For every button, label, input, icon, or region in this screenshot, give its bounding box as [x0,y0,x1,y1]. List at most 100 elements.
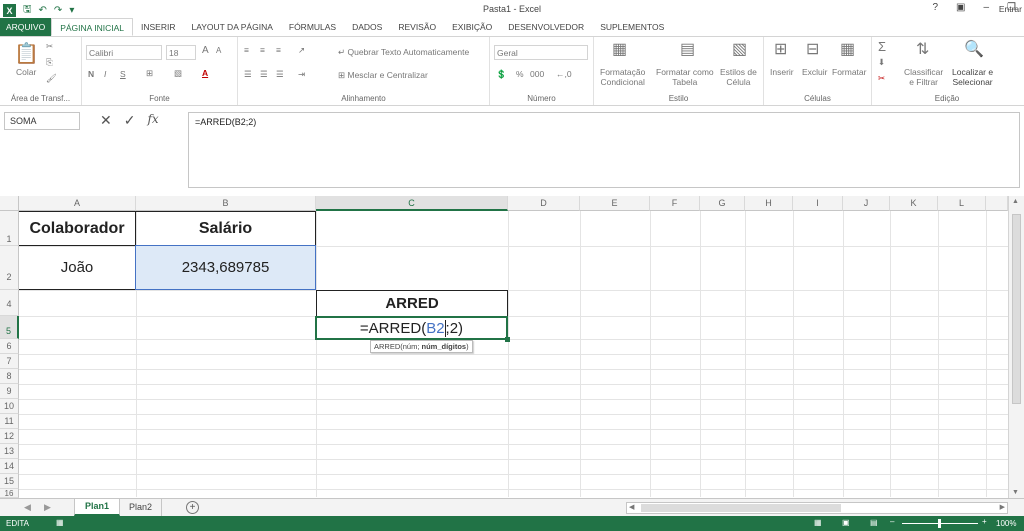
function-tooltip[interactable]: ARRED(núm; núm_dígitos) [370,340,473,353]
scroll-up-icon[interactable]: ▲ [1012,198,1019,205]
merge-center-button[interactable]: ⊞ Mesclar e Centralizar [338,70,428,81]
paste-button[interactable]: Colar [16,67,36,77]
zoom-out-icon[interactable]: – [890,517,894,526]
sheet-tab-plan1[interactable]: Plan1 [74,499,120,516]
minimize-icon[interactable]: – [983,2,989,13]
fill-icon[interactable]: ⬇ [878,57,885,68]
insert-cells-icon[interactable]: ⊞ [774,39,787,59]
page-layout-view-icon[interactable]: ▣ [842,518,850,527]
format-cells-button[interactable]: Formatar [832,67,866,77]
row-header-7[interactable]: 7 [0,354,19,369]
fill-color-icon[interactable]: ▧ [174,68,182,79]
align-right-icon[interactable]: ☰ [276,69,284,80]
row-header-10[interactable]: 10 [0,399,19,414]
conditional-format-button[interactable]: Formatação Condicional [600,67,645,87]
sort-filter-button[interactable]: Classificar e Filtrar [904,67,943,87]
vertical-scrollbar[interactable]: ▲ ▼ [1008,196,1024,498]
underline-button[interactable]: S [120,69,126,79]
italic-button[interactable]: I [104,69,106,79]
decimal-icon[interactable]: ←,0 [556,69,572,79]
paste-icon[interactable]: 📋 [14,41,39,66]
cancel-icon[interactable]: ✕ [100,112,112,129]
font-size-select[interactable]: 18 [166,45,196,60]
borders-icon[interactable]: ⊞ [146,68,153,79]
formula-input[interactable]: =ARRED(B2;2) [188,112,1020,188]
font-name-select[interactable]: Calibri [86,45,162,60]
tab-home[interactable]: PÁGINA INICIAL [51,18,133,36]
horizontal-scrollbar[interactable]: ◀ ▶ [626,502,1008,514]
find-select-icon[interactable]: 🔍 [964,39,984,59]
insert-cells-button[interactable]: Inserir [770,67,794,77]
bottom-align-icon[interactable]: ≡ [276,45,281,55]
tab-review[interactable]: REVISÃO [390,18,444,36]
find-select-button[interactable]: Localizar e Selecionar [952,67,993,87]
ribbon-display-icon[interactable]: ▣ [956,2,965,13]
col-header-g[interactable]: G [700,196,745,211]
shrink-font-button[interactable]: A [216,46,221,55]
page-break-view-icon[interactable]: ▤ [870,518,878,527]
percent-button[interactable]: % [516,69,524,79]
name-box[interactable]: SOMA [4,112,80,130]
tab-page-layout[interactable]: LAYOUT DA PÁGINA [183,18,280,36]
tab-data[interactable]: DADOS [344,18,390,36]
row-header-11[interactable]: 11 [0,414,19,429]
row-header-9[interactable]: 9 [0,384,19,399]
cell-styles-icon[interactable]: ▧ [732,39,747,59]
orientation-icon[interactable]: ↗ [298,45,305,56]
col-header-a[interactable]: A [19,196,136,211]
row-header-2[interactable]: 2 [0,246,19,290]
thousands-button[interactable]: 000 [530,69,544,79]
delete-cells-button[interactable]: Excluir [802,67,828,77]
format-table-icon[interactable]: ▤ [680,39,695,59]
col-header-k[interactable]: K [890,196,938,211]
row-header-8[interactable]: 8 [0,369,19,384]
col-header-j[interactable]: J [843,196,890,211]
scroll-left-icon[interactable]: ◀ [629,503,634,511]
scroll-down-icon[interactable]: ▼ [1012,489,1019,496]
tab-file[interactable]: ARQUIVO [0,18,52,36]
horizontal-scroll-thumb[interactable] [641,504,841,512]
row-header-5[interactable]: 5 [0,316,19,339]
add-sheet-icon[interactable]: + [186,501,199,514]
align-left-icon[interactable]: ☰ [244,69,252,80]
bold-button[interactable]: N [88,69,94,79]
cell-c4[interactable]: ARRED [316,290,508,317]
conditional-format-icon[interactable]: ▦ [612,39,627,59]
zoom-in-icon[interactable]: + [982,517,987,526]
currency-icon[interactable]: 💲 [496,69,507,80]
number-format-select[interactable]: Geral [494,45,588,60]
tab-insert[interactable]: INSERIR [133,18,183,36]
font-color-icon[interactable]: A [202,68,208,78]
col-header-i[interactable]: I [793,196,843,211]
top-align-icon[interactable]: ≡ [244,45,249,55]
row-header-1[interactable]: 1 [0,211,19,246]
col-header-b[interactable]: B [136,196,316,211]
normal-view-icon[interactable]: ▦ [814,518,822,527]
tab-formulas[interactable]: FÓRMULAS [281,18,344,36]
row-header-16[interactable]: 16 [0,489,19,498]
format-cells-icon[interactable]: ▦ [840,39,855,59]
zoom-slider-thumb[interactable] [938,519,941,528]
row-header-13[interactable]: 13 [0,444,19,459]
format-painter-icon[interactable]: 🖌 [46,73,57,84]
next-sheet-icon[interactable]: ▶ [44,502,51,513]
indent-icon[interactable]: ⇥ [298,69,305,80]
row-header-4[interactable]: 4 [0,290,19,316]
col-header-f[interactable]: F [650,196,700,211]
vertical-scroll-thumb[interactable] [1012,214,1021,404]
row-header-6[interactable]: 6 [0,339,19,354]
tab-addins[interactable]: SUPLEMENTOS [592,18,672,36]
col-header-c[interactable]: C [316,196,508,211]
col-header-e[interactable]: E [580,196,650,211]
sort-filter-icon[interactable]: ⇅ [916,39,929,59]
row-header-14[interactable]: 14 [0,459,19,474]
clear-icon[interactable]: ✂ [878,73,885,84]
tab-developer[interactable]: DESENVOLVEDOR [500,18,592,36]
wrap-text-button[interactable]: ↵ Quebrar Texto Automaticamente [338,47,469,58]
enter-icon[interactable]: ✓ [124,112,136,129]
cut-icon[interactable]: ✂ [46,41,53,52]
delete-cells-icon[interactable]: ⊟ [806,39,819,59]
col-header-d[interactable]: D [508,196,580,211]
fill-handle[interactable] [505,337,510,342]
cell-styles-button[interactable]: Estilos de Célula [720,67,757,87]
